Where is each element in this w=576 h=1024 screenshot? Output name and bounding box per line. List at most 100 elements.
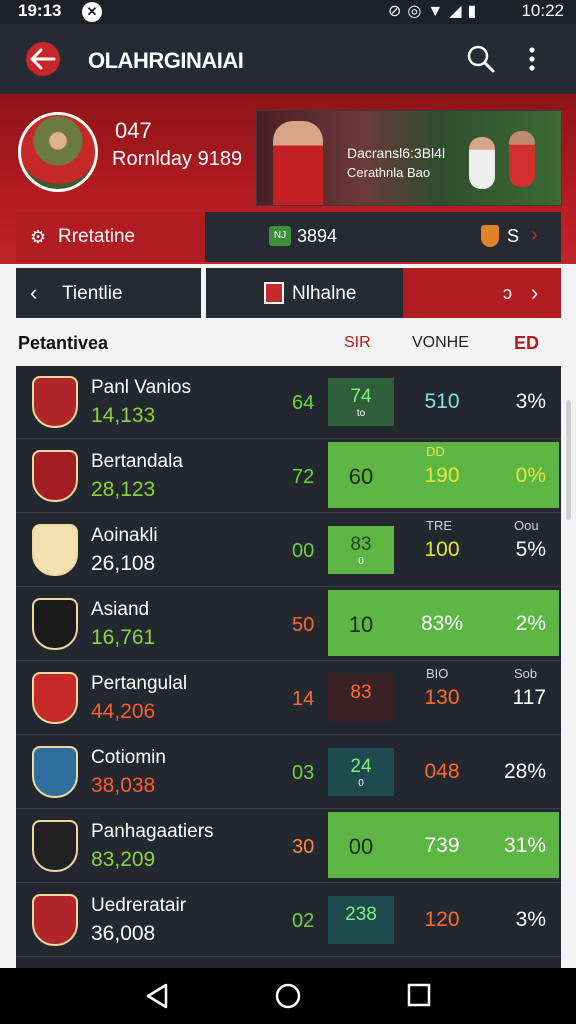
tab-more[interactable]: S › — [403, 212, 561, 262]
team-rank: 00 — [292, 540, 315, 562]
nav-recents-icon[interactable] — [406, 982, 432, 1013]
top-tabs: ⚙ Rretatine NJ 3894 S › — [16, 212, 561, 262]
team-rank: 50 — [292, 614, 315, 636]
sr-value: 83 — [350, 682, 372, 703]
status-bar: 19:13 ✕ ⊘◎▼◢▮ 10:22 — [0, 0, 576, 24]
column-header-volume[interactable]: VONHE — [412, 334, 469, 352]
e-value: 0% — [515, 464, 546, 487]
x-icon: ✕ — [82, 2, 102, 22]
team-crest-icon — [32, 894, 78, 946]
tab-rewards[interactable]: Nlhalne — [206, 268, 403, 318]
alarm-icon: ◎ — [407, 3, 428, 20]
table-row[interactable]: Asiand 16,761 50 10 83% 2% — [16, 588, 561, 661]
e-value: 31% — [503, 834, 546, 857]
volume-value: 739 — [424, 834, 460, 857]
app-screen: 19:13 ✕ ⊘◎▼◢▮ 10:22 OLAHRGINAIAI 047 Ror… — [0, 0, 576, 1024]
e-value: 28% — [503, 760, 546, 783]
volume-value: 190 — [424, 464, 460, 487]
table-row[interactable]: Bertandala 28,123 72 60 190 DD 0% — [16, 440, 561, 513]
team-rank: 30 — [292, 836, 315, 858]
table-row[interactable]: Uedreratair 36,008 02 238 120 3% — [16, 884, 561, 957]
volume-value: 100 — [424, 538, 460, 561]
team-rank: 03 — [292, 762, 315, 784]
team-crest-icon — [32, 672, 78, 724]
more-vert-icon[interactable] — [528, 46, 536, 77]
scrollbar[interactable] — [566, 400, 571, 520]
volume-value: 048 — [424, 760, 460, 783]
team-crest-icon — [32, 450, 78, 502]
table-row[interactable]: Pertangulal 44,206 14 83 130 BIO 117 Sob — [16, 662, 561, 735]
volume-value: 130 — [424, 686, 460, 709]
volume-caption: TRE — [426, 518, 452, 533]
banner-line-1: Dacransl6:3Bl4l — [347, 145, 446, 161]
e-value: 5% — [515, 538, 546, 561]
team-name: Pertangulal — [91, 673, 188, 694]
nav-back-icon[interactable] — [144, 982, 172, 1015]
tab-next[interactable]: ɔ › — [403, 268, 561, 318]
team-rank: 72 — [292, 466, 315, 488]
sr-cell: 83 0 — [328, 526, 394, 574]
volume-caption: DD — [426, 444, 445, 459]
sr-cell: 83 — [328, 674, 394, 722]
banner-player-image — [469, 137, 495, 189]
team-rank: 14 — [292, 688, 315, 710]
team-crest-icon — [32, 524, 78, 576]
avatar[interactable] — [18, 112, 98, 192]
team-list: Panl Vanios 14,133 64 74 to 510 3% Bertandala 28… — [16, 366, 561, 968]
banner-line-2: Cerathnla Bao — [347, 165, 431, 180]
column-header-e-label: ED — [514, 333, 540, 353]
gift-icon — [264, 282, 284, 304]
team-name: Bertandala — [91, 451, 183, 472]
app-bar: OLAHRGINAIAI — [0, 24, 576, 94]
e-value: 3% — [515, 390, 546, 413]
table-row[interactable]: Panl Vanios 14,133 64 74 to 510 3% — [16, 366, 561, 439]
sr-cell: 00 — [328, 822, 394, 870]
team-value: 36,008 — [91, 922, 156, 945]
table-row[interactable]: Aoinakli 26,108 00 83 0 100 TRE 5% Oou — [16, 514, 561, 587]
tab-stats-label: 3894 — [297, 226, 338, 246]
signal-icon: ◢ — [449, 3, 468, 20]
secondary-tabs: ‹ Tientlie Nlhalne ɔ › — [16, 268, 561, 318]
promo-banner[interactable]: Dacransl6:3Bl4l Cerathnla Bao — [256, 110, 562, 206]
sr-cell: 24 0 — [328, 748, 394, 796]
app-title: OLAHRGINAIAI — [88, 48, 244, 73]
team-name: Aoinakli — [91, 525, 158, 546]
column-header-e[interactable]: ED — [514, 333, 539, 354]
tab-rewards-label: Nlhalne — [292, 283, 357, 304]
table-row[interactable]: Cotiomin 38,038 03 24 0 048 28% — [16, 736, 561, 809]
sr-cell: 238 — [328, 896, 394, 944]
wifi-icon: ▼ — [427, 3, 450, 20]
search-icon[interactable] — [466, 44, 496, 79]
tab-profile-label: Rretatine — [58, 226, 136, 247]
tab-stats[interactable]: NJ 3894 — [205, 212, 403, 262]
team-value: 14,133 — [91, 404, 156, 427]
sr-subvalue: to — [356, 408, 366, 419]
team-name: Panhagaatiers — [91, 821, 214, 842]
team-crest-icon — [32, 820, 78, 872]
profile-subtitle: Rornlday 9189 — [112, 148, 243, 170]
banner-player-image — [509, 131, 535, 187]
sr-value: 83 — [350, 534, 372, 555]
tab-profile[interactable]: ⚙ Rretatine — [16, 212, 205, 262]
settings-icon: ⚙ — [30, 227, 47, 247]
column-header-sr[interactable]: SIR — [344, 334, 371, 352]
crest-icon — [481, 225, 499, 247]
team-value: 28,123 — [91, 478, 156, 501]
back-arrow-icon[interactable] — [26, 42, 60, 76]
tab-previous[interactable]: ‹ Tientlie — [16, 268, 201, 318]
chevron-left-icon: ‹ — [30, 280, 38, 305]
nav-home-icon[interactable] — [274, 982, 302, 1015]
team-name: Asiand — [91, 599, 150, 620]
column-header-name[interactable]: Petantivea — [18, 333, 108, 354]
system-nav-bar — [0, 968, 576, 1024]
team-name: Uedreratair — [91, 895, 187, 916]
team-value: 83,209 — [91, 848, 156, 871]
team-crest-icon — [32, 746, 78, 798]
team-crest-icon — [32, 376, 78, 428]
table-row[interactable]: Panhagaatiers 83,209 30 00 739 31% — [16, 810, 561, 883]
status-icons: ⊘◎▼◢▮ — [388, 1, 482, 21]
profile-number: 047 — [115, 118, 152, 143]
team-crest-icon — [32, 598, 78, 650]
team-rank: 02 — [292, 910, 315, 932]
team-name: Cotiomin — [91, 747, 166, 768]
